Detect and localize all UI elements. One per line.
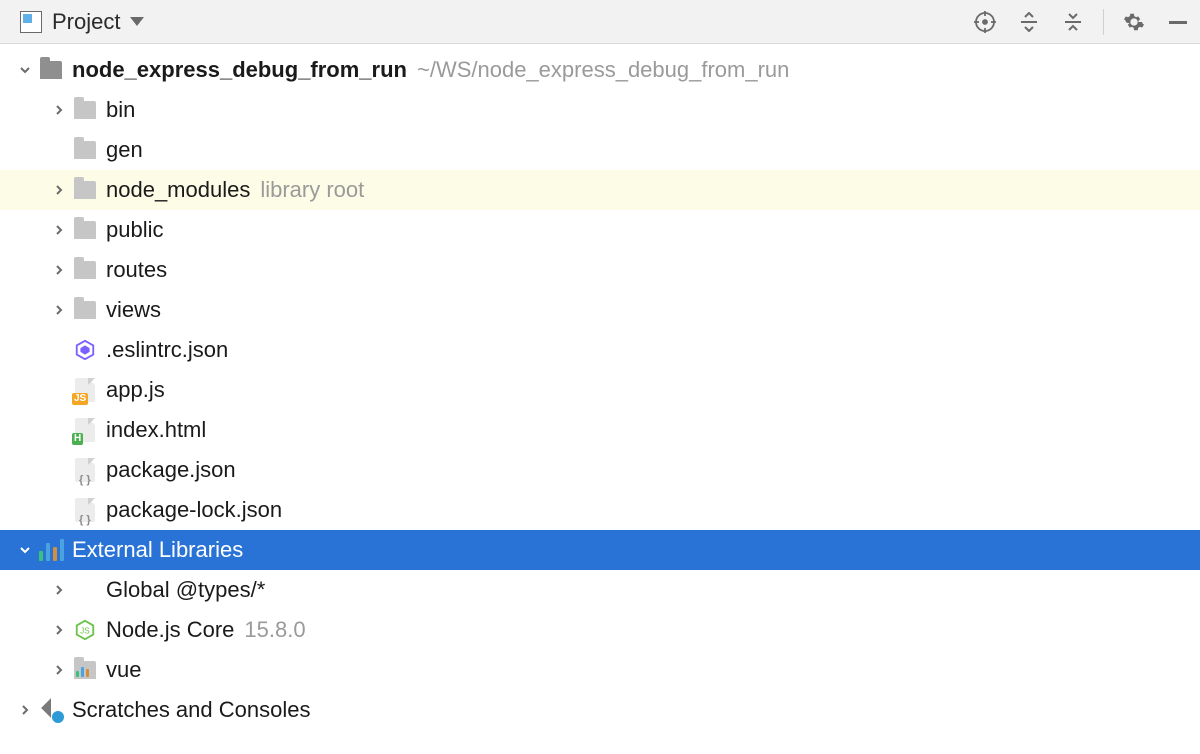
- json-file-icon: { }: [70, 498, 100, 522]
- project-view-label: Project: [52, 9, 120, 35]
- tree-item-views[interactable]: views: [0, 290, 1200, 330]
- tree-item-gen[interactable]: gen: [0, 130, 1200, 170]
- tree-item-label: index.html: [106, 417, 206, 443]
- chevron-right-icon[interactable]: [48, 179, 70, 201]
- scratches-icon: [36, 699, 66, 721]
- html-file-icon: H: [70, 418, 100, 442]
- tree-item-label: package.json: [106, 457, 236, 483]
- spacer: [48, 339, 70, 361]
- toolbar-divider: [1103, 9, 1104, 35]
- tree-item-routes[interactable]: routes: [0, 250, 1200, 290]
- tree-item-path: ~/WS/node_express_debug_from_run: [417, 57, 789, 83]
- folder-icon: [70, 101, 100, 119]
- tree-item-label: public: [106, 217, 163, 243]
- expand-all-button[interactable]: [1015, 8, 1043, 36]
- chevron-right-icon[interactable]: [48, 99, 70, 121]
- chevron-right-icon[interactable]: [48, 259, 70, 281]
- tree-item-label: gen: [106, 137, 143, 163]
- tree-item-label: External Libraries: [72, 537, 243, 563]
- tree-item-package-json[interactable]: { } package.json: [0, 450, 1200, 490]
- nodejs-icon: JS: [70, 619, 100, 641]
- tree-item-label: Scratches and Consoles: [72, 697, 310, 723]
- tree-item-label: package-lock.json: [106, 497, 282, 523]
- spacer: [48, 139, 70, 161]
- tree-item-package-lock[interactable]: { } package-lock.json: [0, 490, 1200, 530]
- project-view-selector[interactable]: Project: [20, 9, 971, 35]
- project-tool-header: Project: [0, 0, 1200, 44]
- spacer: [48, 379, 70, 401]
- folder-icon: [70, 221, 100, 239]
- tree-item-label: node_modules: [106, 177, 250, 203]
- tree-item-suffix: 15.8.0: [244, 617, 305, 643]
- tree-item-label: .eslintrc.json: [106, 337, 228, 363]
- locate-file-button[interactable]: [971, 8, 999, 36]
- chevron-right-icon[interactable]: [48, 579, 70, 601]
- folder-icon: [70, 181, 100, 199]
- tree-item-node-modules[interactable]: node_modules library root: [0, 170, 1200, 210]
- js-file-icon: JS: [70, 378, 100, 402]
- library-folder-icon: [70, 661, 100, 679]
- tree-project-root[interactable]: node_express_debug_from_run ~/WS/node_ex…: [0, 50, 1200, 90]
- svg-text:JS: JS: [80, 627, 90, 636]
- chevron-right-icon[interactable]: [48, 619, 70, 641]
- tree-item-bin[interactable]: bin: [0, 90, 1200, 130]
- chevron-down-icon: [130, 17, 144, 27]
- spacer: [48, 499, 70, 521]
- tree-external-libraries[interactable]: External Libraries: [0, 530, 1200, 570]
- tree-item-label: routes: [106, 257, 167, 283]
- spacer: [48, 459, 70, 481]
- folder-icon: [70, 301, 100, 319]
- settings-button[interactable]: [1120, 8, 1148, 36]
- json-file-icon: { }: [70, 458, 100, 482]
- tree-item-label: Global @types/*: [106, 577, 265, 603]
- tree-item-label: bin: [106, 97, 135, 123]
- tree-scratches[interactable]: Scratches and Consoles: [0, 690, 1200, 730]
- chevron-right-icon[interactable]: [48, 299, 70, 321]
- project-tree[interactable]: node_express_debug_from_run ~/WS/node_ex…: [0, 44, 1200, 730]
- folder-icon: [70, 141, 100, 159]
- eslint-icon: [70, 339, 100, 361]
- libraries-icon: [36, 539, 66, 561]
- chevron-right-icon[interactable]: [48, 659, 70, 681]
- chevron-right-icon[interactable]: [14, 699, 36, 721]
- folder-icon: [70, 261, 100, 279]
- tree-item-label: app.js: [106, 377, 165, 403]
- collapse-all-button[interactable]: [1059, 8, 1087, 36]
- tree-item-public[interactable]: public: [0, 210, 1200, 250]
- spacer: [48, 419, 70, 441]
- project-icon: [20, 11, 42, 33]
- tree-item-suffix: library root: [260, 177, 364, 203]
- tree-item-index-html[interactable]: H index.html: [0, 410, 1200, 450]
- chevron-down-icon[interactable]: [14, 539, 36, 561]
- tree-item-eslintrc[interactable]: .eslintrc.json: [0, 330, 1200, 370]
- tree-item-vue[interactable]: vue: [0, 650, 1200, 690]
- folder-icon: [36, 61, 66, 79]
- tree-item-nodejs-core[interactable]: JS Node.js Core 15.8.0: [0, 610, 1200, 650]
- hide-panel-button[interactable]: [1164, 8, 1192, 36]
- tree-item-app-js[interactable]: JS app.js: [0, 370, 1200, 410]
- chevron-down-icon[interactable]: [14, 59, 36, 81]
- tree-item-label: vue: [106, 657, 141, 683]
- tree-item-label: Node.js Core: [106, 617, 234, 643]
- chevron-right-icon[interactable]: [48, 219, 70, 241]
- tree-item-label: views: [106, 297, 161, 323]
- tree-item-global-types[interactable]: Global @types/*: [0, 570, 1200, 610]
- tree-item-label: node_express_debug_from_run: [72, 57, 407, 83]
